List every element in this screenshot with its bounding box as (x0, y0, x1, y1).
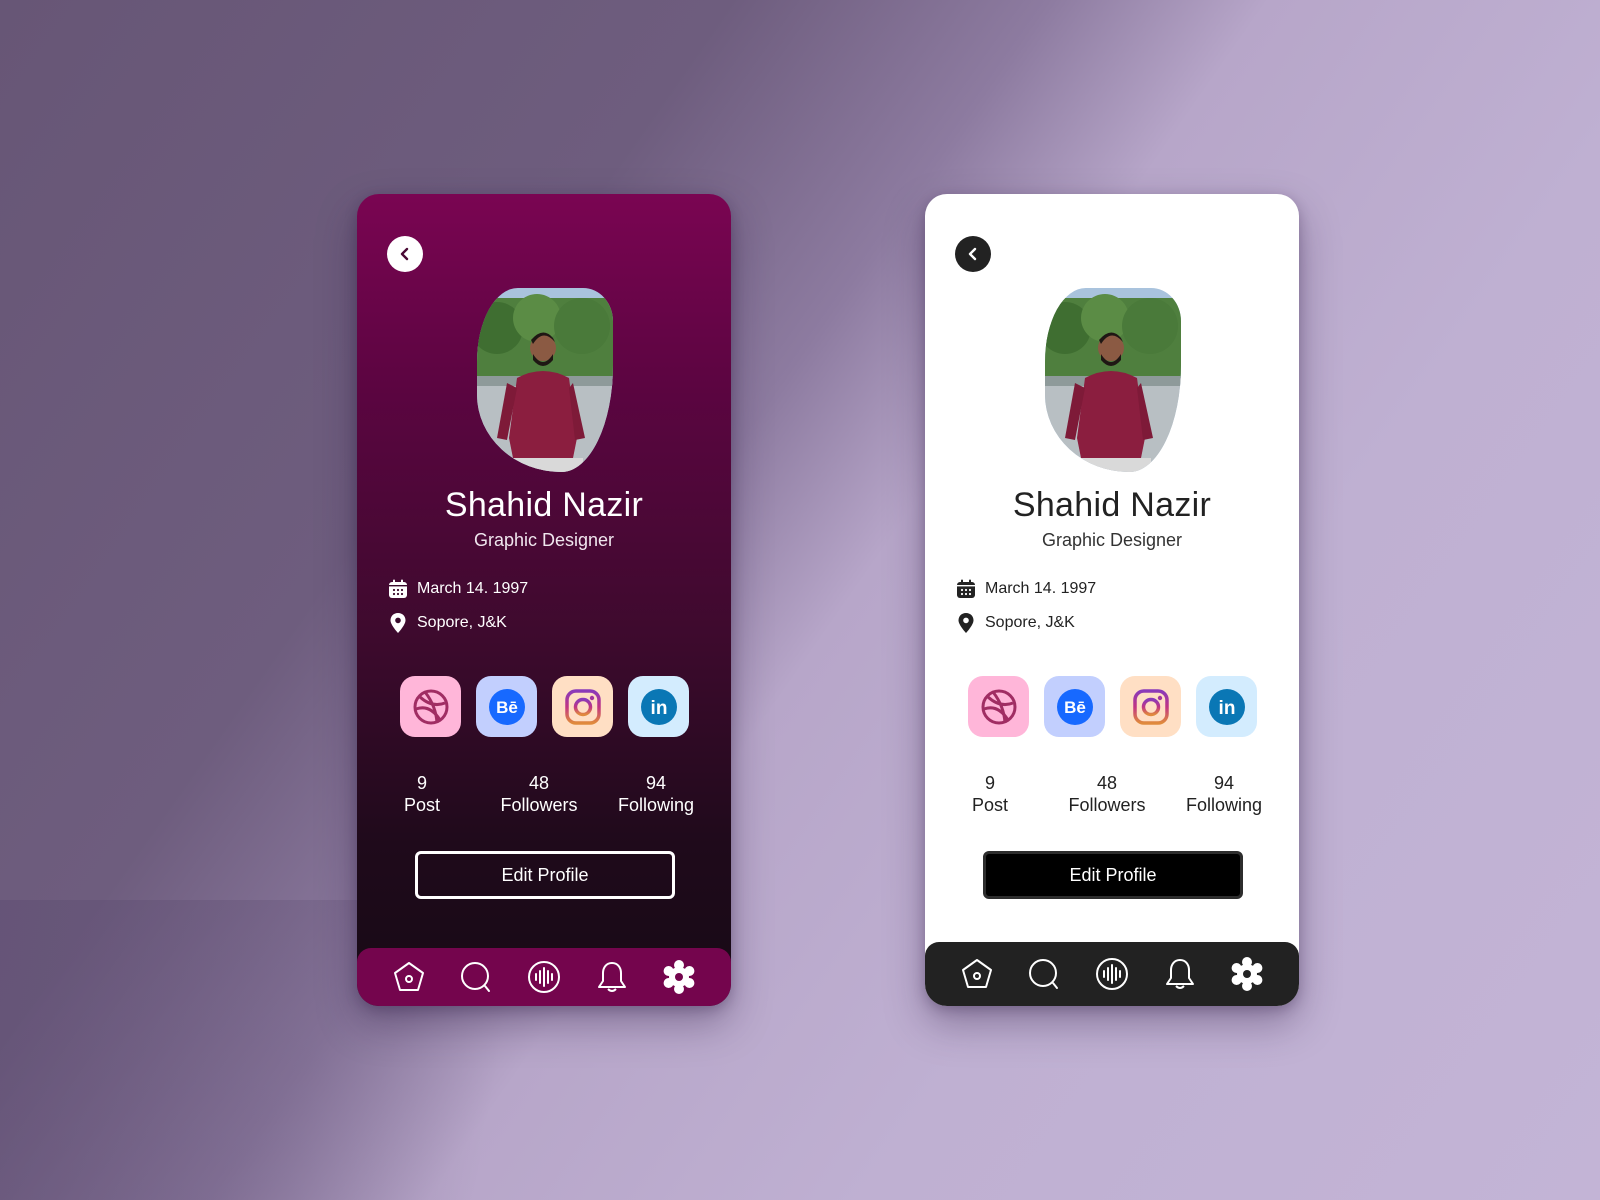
back-button[interactable] (387, 236, 423, 272)
location-pin-icon (387, 612, 409, 634)
nav-home[interactable] (957, 954, 997, 994)
birthday-text: March 14. 1997 (985, 580, 1097, 597)
location-pin-icon (955, 612, 977, 634)
calendar-icon (387, 578, 409, 600)
linkedin-button[interactable]: in (628, 676, 689, 737)
search-icon (1029, 959, 1059, 989)
stat-label: Post (403, 795, 441, 815)
stat-value: 48 (528, 773, 550, 793)
linkedin-icon: in (1208, 688, 1245, 725)
location-text: Sopore, J&K (985, 614, 1075, 631)
svg-text:in: in (1218, 698, 1235, 719)
svg-text:Bē: Bē (496, 698, 518, 717)
stat-label: Followers (1068, 795, 1146, 815)
gear-icon (663, 960, 695, 994)
stat-label: Post (971, 795, 1009, 815)
stat-following[interactable]: 94 Following (601, 772, 711, 816)
stats-row: 9 Post 48 Followers 94 Following (377, 772, 711, 816)
svg-text:Bē: Bē (1064, 698, 1086, 717)
avatar (477, 288, 613, 472)
nav-notifications[interactable] (592, 957, 632, 997)
linkedin-button[interactable]: in (1196, 676, 1257, 737)
search-icon (461, 962, 491, 992)
audio-wave-icon (527, 961, 560, 993)
home-icon (393, 962, 424, 991)
behance-button[interactable]: Bē (1044, 676, 1105, 737)
stat-value: 94 (645, 773, 667, 793)
bottom-nav (925, 942, 1299, 1006)
stat-followers[interactable]: 48 Followers (484, 772, 594, 816)
audio-wave-icon (1095, 958, 1128, 990)
stat-label: Following (1185, 795, 1263, 815)
nav-home[interactable] (389, 957, 429, 997)
behance-icon: Bē (488, 688, 525, 725)
dribbble-icon (981, 689, 1016, 724)
stat-posts[interactable]: 9 Post (935, 772, 1045, 816)
instagram-button[interactable] (1120, 676, 1181, 737)
profile-screen-light: Shahid Nazir Graphic Designer March 14. … (925, 194, 1299, 1006)
profile-role: Graphic Designer (1041, 530, 1183, 550)
nav-settings[interactable] (1227, 954, 1267, 994)
chevron-left-icon (400, 247, 409, 261)
instagram-icon (564, 688, 601, 725)
instagram-icon (1132, 688, 1169, 725)
stat-value: 94 (1213, 773, 1235, 793)
profile-role: Graphic Designer (473, 530, 615, 550)
instagram-button[interactable] (552, 676, 613, 737)
dribbble-button[interactable] (968, 676, 1029, 737)
stats-row: 9 Post 48 Followers 94 Following (945, 772, 1279, 816)
behance-button[interactable]: Bē (476, 676, 537, 737)
avatar (1045, 288, 1181, 472)
stat-followers[interactable]: 48 Followers (1052, 772, 1162, 816)
birthday-row: March 14. 1997 (955, 578, 1096, 600)
bottom-nav (357, 948, 731, 1006)
back-button[interactable] (955, 236, 991, 272)
calendar-icon (955, 578, 977, 600)
stat-value: 9 (416, 773, 427, 793)
nav-settings[interactable] (659, 957, 699, 997)
linkedin-icon: in (640, 688, 677, 725)
location-row: Sopore, J&K (387, 612, 507, 634)
profile-screen-dark: Shahid Nazir Graphic Designer March 14. … (357, 194, 731, 1006)
stat-label: Followers (500, 795, 578, 815)
nav-search[interactable] (1024, 954, 1064, 994)
social-links: Bē in (968, 676, 1257, 737)
stat-value: 9 (984, 773, 995, 793)
stat-label: Following (617, 795, 695, 815)
nav-search[interactable] (456, 957, 496, 997)
profile-name: Shahid Nazir (1012, 486, 1212, 524)
stat-following[interactable]: 94 Following (1169, 772, 1279, 816)
nav-audio[interactable] (1092, 954, 1132, 994)
chevron-left-icon (968, 247, 977, 261)
nav-audio[interactable] (524, 957, 564, 997)
behance-icon: Bē (1056, 688, 1093, 725)
dribbble-icon (413, 689, 448, 724)
birthday-text: March 14. 1997 (417, 580, 529, 597)
svg-text:in: in (650, 698, 667, 719)
home-icon (961, 959, 992, 988)
edit-profile-button[interactable]: Edit Profile (415, 851, 675, 899)
social-links: Bē in (400, 676, 689, 737)
stat-value: 48 (1096, 773, 1118, 793)
bell-icon (597, 962, 626, 992)
gear-icon (1231, 957, 1263, 991)
nav-notifications[interactable] (1160, 954, 1200, 994)
bell-icon (1165, 959, 1194, 989)
profile-name: Shahid Nazir (444, 486, 644, 524)
location-text: Sopore, J&K (417, 614, 507, 631)
dribbble-button[interactable] (400, 676, 461, 737)
birthday-row: March 14. 1997 (387, 578, 528, 600)
location-row: Sopore, J&K (955, 612, 1075, 634)
edit-profile-button[interactable]: Edit Profile (983, 851, 1243, 899)
stat-posts[interactable]: 9 Post (367, 772, 477, 816)
